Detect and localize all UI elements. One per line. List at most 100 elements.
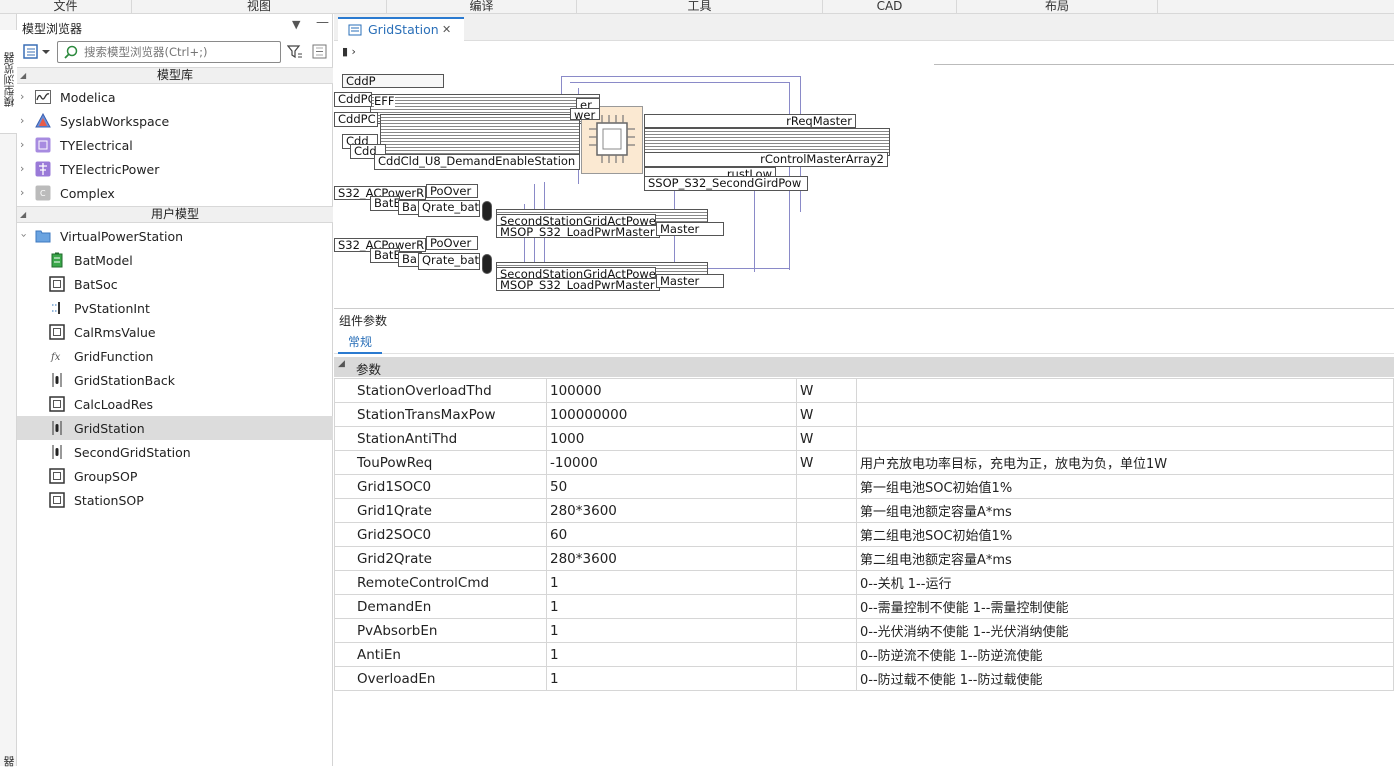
tree-item-groupsop[interactable]: GroupSOP — [17, 464, 333, 488]
tree-item-gridstationback[interactable]: GridStationBack — [17, 368, 333, 392]
dock-tab-label-bottom[interactable]: 器 — [2, 756, 18, 767]
tree-item-modelica[interactable]: › Modelica — [17, 85, 333, 109]
menu-file[interactable]: 文件 — [0, 0, 132, 14]
diagram-block[interactable]: CddP — [342, 74, 444, 88]
table-row[interactable]: StationOverloadThd 100000 W — [334, 378, 1394, 403]
tree-item-syslabworkspace[interactable]: › SyslabWorkspace — [17, 109, 333, 133]
table-row[interactable]: DemandEn 1 0--需量控制不使能 1--需量控制使能 — [334, 594, 1394, 619]
diagram-block[interactable]: BatE — [370, 196, 400, 211]
view-mode-icon[interactable] — [23, 44, 53, 60]
battery-icon — [49, 252, 65, 268]
table-row[interactable]: Grid1Qrate 280*3600 第一组电池额定容量A*ms — [334, 498, 1394, 523]
param-value[interactable]: -10000 — [546, 450, 797, 475]
expand-arrow-icon[interactable]: › — [20, 90, 24, 103]
table-row[interactable]: PvAbsorbEn 1 0--光伏消纳不使能 1--光伏消纳使能 — [334, 618, 1394, 643]
param-value[interactable]: 50 — [546, 474, 797, 499]
expand-arrow-icon[interactable]: › — [20, 114, 24, 127]
collapse-arrow-icon[interactable]: ◢ — [338, 359, 345, 369]
collapse-arrow-icon[interactable]: › — [18, 233, 31, 237]
expand-arrow-icon[interactable]: › — [20, 162, 24, 175]
expand-arrow-icon[interactable]: › — [20, 186, 24, 199]
diagram-block[interactable]: Qrate_bat — [418, 253, 480, 270]
tree-item-complex[interactable]: › C Complex — [17, 181, 333, 205]
menu-tools[interactable]: 工具 — [577, 0, 823, 14]
library-section-header[interactable]: ◢ 模型库 — [17, 67, 333, 84]
menu-cad[interactable]: CAD — [823, 0, 957, 14]
param-value[interactable]: 280*3600 — [546, 498, 797, 523]
tree-item-batmodel[interactable]: BatModel — [17, 248, 333, 272]
table-row[interactable]: OverloadEn 1 0--防过载不使能 1--防过载使能 — [334, 666, 1394, 691]
param-value[interactable]: 100000 — [546, 378, 797, 403]
diagram-block[interactable]: wer — [570, 108, 600, 120]
param-name: OverloadEn — [334, 666, 547, 691]
param-value[interactable]: 1 — [546, 594, 797, 619]
table-row[interactable]: Grid1SOC0 50 第一组电池SOC初始值1% — [334, 474, 1394, 499]
param-value[interactable]: 1 — [546, 570, 797, 595]
diagram-block[interactable]: Master — [656, 222, 724, 236]
diagram-block[interactable]: BatE — [370, 248, 400, 263]
tree-item-batsoc[interactable]: BatSoc — [17, 272, 333, 296]
param-value[interactable]: 1 — [546, 666, 797, 691]
tab-general[interactable]: 常规 — [338, 332, 382, 354]
breadcrumb[interactable]: ▮ › — [342, 45, 356, 58]
tree-item-virtualpowerstation[interactable]: › VirtualPowerStation — [17, 224, 333, 248]
tree-item-pvstationint[interactable]: PvStationInt — [17, 296, 333, 320]
tree-item-gridstation[interactable]: GridStation — [17, 416, 333, 440]
diagram-block[interactable]: rControlMasterArray2 — [644, 152, 888, 167]
param-unit — [796, 522, 857, 547]
tab-gridstation[interactable]: GridStation ✕ — [338, 17, 464, 41]
model-browser-dock-tab[interactable]: 模型浏览器 — [0, 30, 17, 134]
table-row[interactable]: StationAntiThd 1000 W — [334, 426, 1394, 451]
tree-item-gridfunction[interactable]: fx GridFunction — [17, 344, 333, 368]
tree-item-calrmsvalue[interactable]: CalRmsValue — [17, 320, 333, 344]
expand-arrow-icon[interactable]: › — [20, 138, 24, 151]
diagram-block[interactable] — [380, 114, 580, 158]
filter-icon[interactable] — [286, 44, 303, 64]
search-input[interactable] — [84, 44, 274, 60]
close-icon[interactable]: ✕ — [442, 23, 451, 36]
param-value[interactable]: 1 — [546, 618, 797, 643]
diagram-block[interactable]: SSOP_S32_SecondGirdPow — [644, 176, 808, 191]
diagram-block[interactable]: PoOver — [426, 236, 478, 250]
table-row[interactable]: RemoteControlCmd 1 0--关机 1--运行 — [334, 570, 1394, 595]
params-group-header[interactable]: ◢ 参数 — [334, 357, 1394, 377]
diagram-block[interactable]: CddCld_U8_DemandEnableStation — [374, 154, 580, 170]
panel-minimize-icon[interactable]: — — [316, 15, 329, 30]
tree-item-calcloadres[interactable]: CalcLoadRes — [17, 392, 333, 416]
table-row[interactable]: AntiEn 1 0--防逆流不使能 1--防逆流使能 — [334, 642, 1394, 667]
tree-item-secondgridstation[interactable]: SecondGridStation — [17, 440, 333, 464]
panel-title: 模型浏览器 — [22, 22, 83, 36]
table-row[interactable]: TouPowReq -10000 W 用户充放电功率目标，充电为正，放电为负，单位1W — [334, 450, 1394, 475]
param-value[interactable]: 1000 — [546, 426, 797, 451]
diagram-block[interactable]: rReqMaster — [644, 114, 856, 128]
table-row[interactable]: StationTransMaxPow 100000000 W — [334, 402, 1394, 427]
tree-item-label: SyslabWorkspace — [60, 114, 170, 129]
param-desc: 第一组电池SOC初始值1% — [856, 474, 1394, 499]
param-value[interactable]: 100000000 — [546, 402, 797, 427]
param-name: Grid1Qrate — [334, 498, 547, 523]
param-value[interactable]: 1 — [546, 642, 797, 667]
diagram-block[interactable]: Master — [656, 274, 724, 288]
tree-item-tyelectricpower[interactable]: › TYElectricPower — [17, 157, 333, 181]
tree-item-stationsop[interactable]: StationSOP — [17, 488, 333, 512]
diagram-block[interactable]: CddPC — [334, 112, 378, 127]
user-models-section-header[interactable]: ◢ 用户模型 — [17, 206, 333, 223]
param-value[interactable]: 280*3600 — [546, 546, 797, 571]
table-row[interactable]: Grid2Qrate 280*3600 第二组电池额定容量A*ms — [334, 546, 1394, 571]
search-box[interactable] — [57, 41, 281, 63]
diagram-block[interactable]: MSOP_S32_LoadPwrMaster — [496, 225, 660, 238]
collapse-all-icon[interactable] — [312, 44, 328, 64]
diagram-block[interactable]: MSOP_S32_LoadPwrMaster — [496, 278, 660, 291]
menu-layout[interactable]: 布局 — [957, 0, 1158, 14]
param-value[interactable]: 60 — [546, 522, 797, 547]
diagram-block[interactable]: CddPC — [334, 92, 372, 107]
diagram-block[interactable]: Qrate_bat — [418, 200, 480, 217]
tree-item-tyelectrical[interactable]: › TYElectrical — [17, 133, 333, 157]
menu-compile[interactable]: 编译 — [387, 0, 577, 14]
diagram-block[interactable]: PoOver — [426, 184, 478, 198]
panel-dropdown-icon[interactable]: ▼ — [292, 18, 300, 31]
menu-view[interactable]: 视图 — [132, 0, 387, 14]
diagram-canvas[interactable]: CddP EFF CddPC CddPC Cdd Cdd CddCld_U8_D… — [334, 64, 1394, 309]
component-params-title: 组件参数 — [339, 314, 388, 328]
table-row[interactable]: Grid2SOC0 60 第二组电池SOC初始值1% — [334, 522, 1394, 547]
